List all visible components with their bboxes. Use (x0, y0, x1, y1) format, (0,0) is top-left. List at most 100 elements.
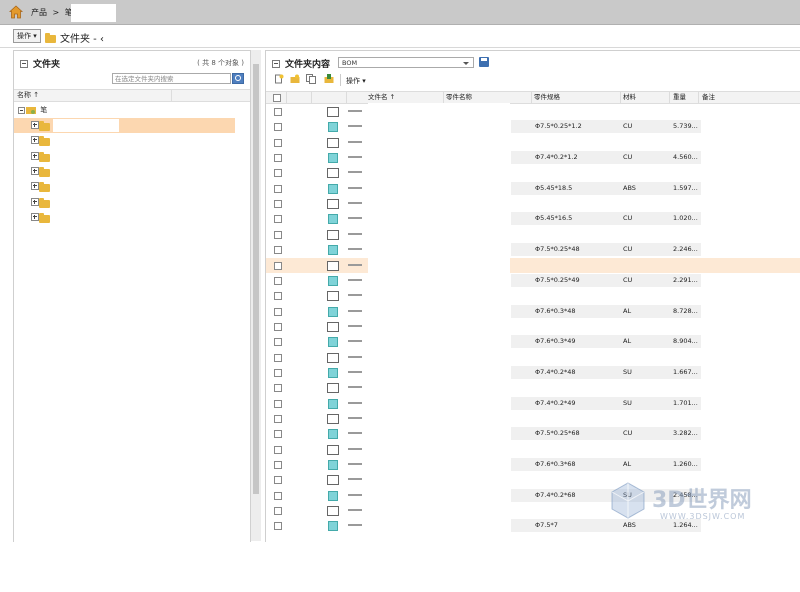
table-row[interactable] (266, 227, 800, 242)
table-row[interactable] (266, 380, 800, 395)
tree-root[interactable]: 笔 (18, 105, 47, 115)
part-thumbnail-icon[interactable] (328, 521, 338, 532)
tree-folder-row[interactable] (14, 179, 235, 194)
row-checkbox[interactable] (274, 246, 282, 255)
collapse-icon[interactable] (272, 59, 280, 68)
row-checkbox[interactable] (274, 399, 282, 408)
row-checkbox[interactable] (274, 491, 282, 500)
row-checkbox[interactable] (274, 507, 282, 516)
row-checkbox[interactable] (274, 415, 282, 423)
collapse-icon[interactable] (20, 59, 28, 68)
table-row[interactable] (266, 196, 800, 211)
drawing-thumbnail-icon[interactable] (327, 168, 339, 179)
part-thumbnail-icon[interactable] (328, 183, 338, 194)
table-row[interactable]: Φ7.4*0.2*1.2 CU 4.560... (266, 150, 800, 165)
expand-icon[interactable] (31, 166, 39, 175)
table-row[interactable]: Φ7.6*0.3*68 AL 1.260... (266, 457, 800, 472)
table-row[interactable]: Φ5.45*16.5 CU 1.020... (266, 211, 800, 226)
table-row[interactable]: Φ7.5*0.25*68 CU 3.282... (266, 426, 800, 441)
drawing-thumbnail-icon[interactable] (327, 229, 339, 240)
save-view-icon[interactable] (479, 57, 489, 67)
part-thumbnail-icon[interactable] (328, 490, 338, 501)
view-select[interactable]: BOM (338, 57, 474, 68)
table-row[interactable]: Φ7.6*0.3*49 AL 8.904... (266, 334, 800, 349)
tree-folder-row[interactable] (14, 195, 235, 210)
drawing-thumbnail-icon[interactable] (327, 137, 339, 148)
part-thumbnail-icon[interactable] (328, 306, 338, 317)
row-checkbox[interactable] (274, 230, 282, 239)
row-checkbox[interactable] (274, 292, 282, 301)
part-thumbnail-icon[interactable] (328, 367, 338, 378)
drawing-thumbnail-icon[interactable] (327, 260, 339, 271)
table-row[interactable] (266, 411, 800, 426)
expand-icon[interactable] (31, 121, 39, 129)
row-checkbox[interactable] (274, 522, 282, 531)
row-checkbox[interactable] (274, 200, 282, 209)
row-checkbox[interactable] (274, 154, 282, 163)
drawing-thumbnail-icon[interactable] (327, 352, 339, 363)
move-icon[interactable] (324, 74, 334, 84)
spec-column-header[interactable]: 零件规格 (534, 92, 560, 103)
table-row[interactable]: Φ7.6*0.3*48 AL 8.728... (266, 304, 800, 319)
actions-menu-button[interactable]: 操作 ▾ (13, 29, 41, 43)
row-checkbox[interactable] (274, 138, 282, 147)
tree-folder-row[interactable] (14, 149, 235, 164)
row-checkbox[interactable] (274, 169, 282, 178)
table-row[interactable] (266, 104, 800, 119)
expand-icon[interactable] (31, 136, 39, 145)
tree-folder-row[interactable] (14, 133, 235, 148)
drawing-thumbnail-icon[interactable] (327, 199, 339, 210)
contents-actions-menu[interactable]: 操作 ▾ (346, 76, 366, 86)
table-row[interactable]: Φ7.5*0.25*49 CU 2.291... (266, 273, 800, 288)
table-row[interactable] (266, 319, 800, 334)
row-checkbox[interactable] (274, 338, 282, 347)
select-all-checkbox[interactable] (273, 94, 281, 102)
drawing-thumbnail-icon[interactable] (327, 475, 339, 486)
part-thumbnail-icon[interactable] (328, 153, 338, 164)
row-checkbox[interactable] (274, 445, 282, 454)
tree-folder-row[interactable] (14, 164, 235, 179)
part-thumbnail-icon[interactable] (328, 245, 338, 256)
material-column-header[interactable]: 材料 (623, 92, 636, 103)
name-column-header[interactable]: 名称 ↑ (17, 90, 39, 101)
table-row[interactable]: Φ7.4*0.2*49 SU 1.701... (266, 396, 800, 411)
part-thumbnail-icon[interactable] (328, 214, 338, 225)
table-row[interactable]: Φ7.4*0.2*48 SU 1.667... (266, 365, 800, 380)
expand-icon[interactable] (31, 212, 39, 221)
part-thumbnail-icon[interactable] (328, 429, 338, 440)
column-divider[interactable] (171, 90, 172, 101)
drawing-thumbnail-icon[interactable] (327, 383, 339, 394)
part-thumbnail-icon[interactable] (328, 275, 338, 286)
search-icon[interactable] (232, 73, 244, 84)
row-checkbox[interactable] (274, 108, 282, 116)
drawing-thumbnail-icon[interactable] (327, 444, 339, 455)
row-checkbox[interactable] (274, 322, 282, 331)
folder-panel-scrollbar[interactable] (250, 50, 261, 541)
drawing-thumbnail-icon[interactable] (327, 321, 339, 332)
folder-search-input[interactable]: 在选定文件夹内搜索 (112, 73, 231, 84)
table-row[interactable] (266, 135, 800, 150)
expand-icon[interactable] (31, 182, 39, 191)
expand-icon[interactable] (31, 197, 39, 206)
row-checkbox[interactable] (274, 307, 282, 316)
row-checkbox[interactable] (274, 353, 282, 362)
table-row[interactable]: Φ5.45*18.5 ABS 1.597... (266, 181, 800, 196)
new-folder-icon[interactable] (290, 74, 300, 84)
row-checkbox[interactable] (274, 368, 282, 377)
part-thumbnail-icon[interactable] (328, 460, 338, 471)
new-document-icon[interactable] (274, 74, 284, 84)
tree-folder-row[interactable] (14, 118, 235, 133)
table-row[interactable] (266, 165, 800, 180)
expand-icon[interactable] (31, 151, 39, 160)
drawing-thumbnail-icon[interactable] (327, 414, 339, 424)
table-row[interactable] (266, 350, 800, 365)
drawing-thumbnail-icon[interactable] (327, 291, 339, 302)
tree-folder-row[interactable] (14, 210, 235, 225)
row-checkbox[interactable] (274, 430, 282, 439)
home-icon[interactable] (9, 5, 23, 19)
row-checkbox[interactable] (274, 123, 282, 132)
table-row[interactable]: Φ7.5*0.25*1.2 CU 5.739... (266, 119, 800, 134)
table-row[interactable] (266, 288, 800, 303)
part-thumbnail-icon[interactable] (328, 337, 338, 348)
row-checkbox[interactable] (274, 276, 282, 285)
